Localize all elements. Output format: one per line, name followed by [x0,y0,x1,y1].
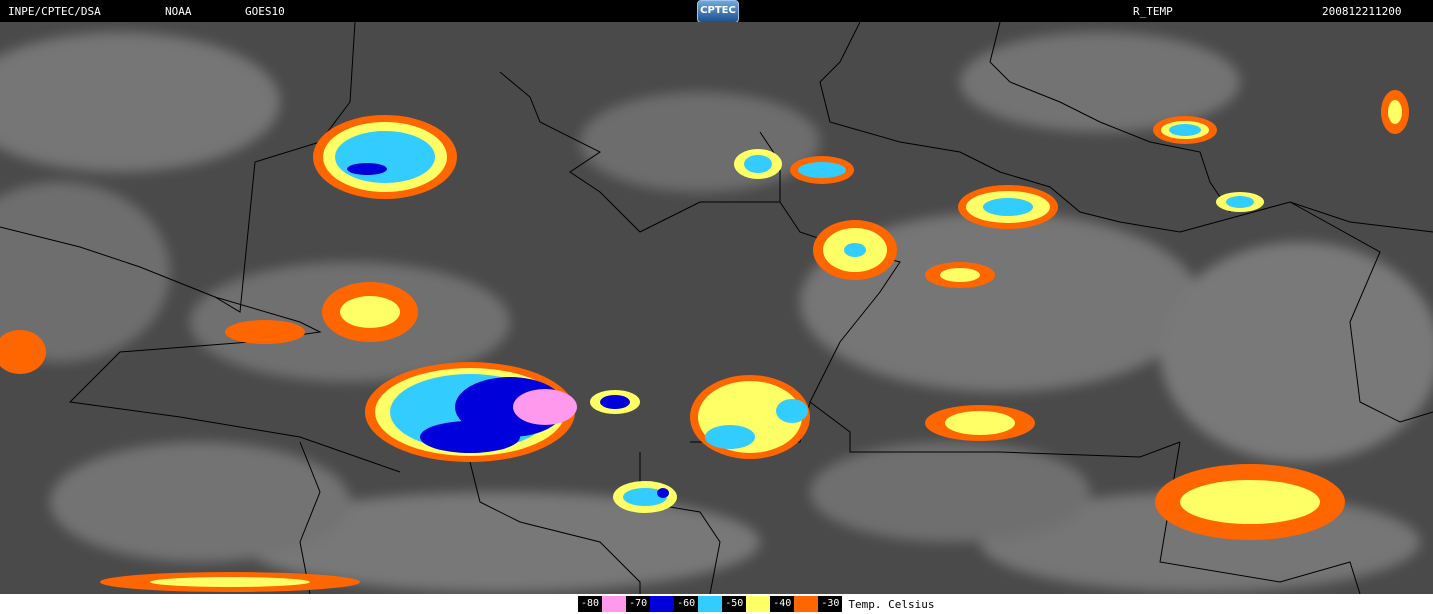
storm-cell [958,185,1058,229]
storm-cell [322,282,418,342]
storm-cell [1381,90,1409,134]
storm-cell [925,262,995,288]
storm-cell [225,320,305,344]
timestamp-label: 200812211200 [1322,5,1402,18]
storm-cell [613,481,677,513]
satellite-image [0,22,1433,594]
legend-swatch [746,596,771,612]
source-label: INPE/CPTEC/DSA [8,5,101,18]
header-bar: INPE/CPTEC/DSA NOAA GOES10 CPTEC R_TEMP … [0,0,1433,23]
storm-cell [1216,192,1264,212]
temperature-legend: -80 -70 -60 -50 -40 -30 Temp. Celsius [578,596,934,612]
legend-label: -50 [722,596,747,612]
cptec-logo: CPTEC [697,0,739,23]
storm-cell [100,572,360,592]
storm-cell [1153,116,1217,144]
storm-cell [690,375,810,459]
legend-unit: Temp. Celsius [848,597,935,611]
legend-swatch [698,596,723,612]
legend-swatch [794,596,819,612]
legend-label: -30 [818,596,843,612]
storm-cell [813,220,897,280]
legend-swatch [650,596,675,612]
product-label: R_TEMP [1133,5,1173,18]
agency-label: NOAA [165,5,192,18]
legend-swatch [602,596,627,612]
storm-cell [313,115,457,199]
satellite-map-svg [0,22,1433,594]
storm-cell [925,405,1035,441]
legend-label: -80 [578,596,603,612]
satellite-label: GOES10 [245,5,285,18]
legend-label: -60 [674,596,699,612]
legend-label: -70 [626,596,651,612]
storm-cell [734,149,782,179]
storm-cell [790,156,854,184]
legend-label: -40 [770,596,795,612]
storm-cell [1155,464,1345,540]
